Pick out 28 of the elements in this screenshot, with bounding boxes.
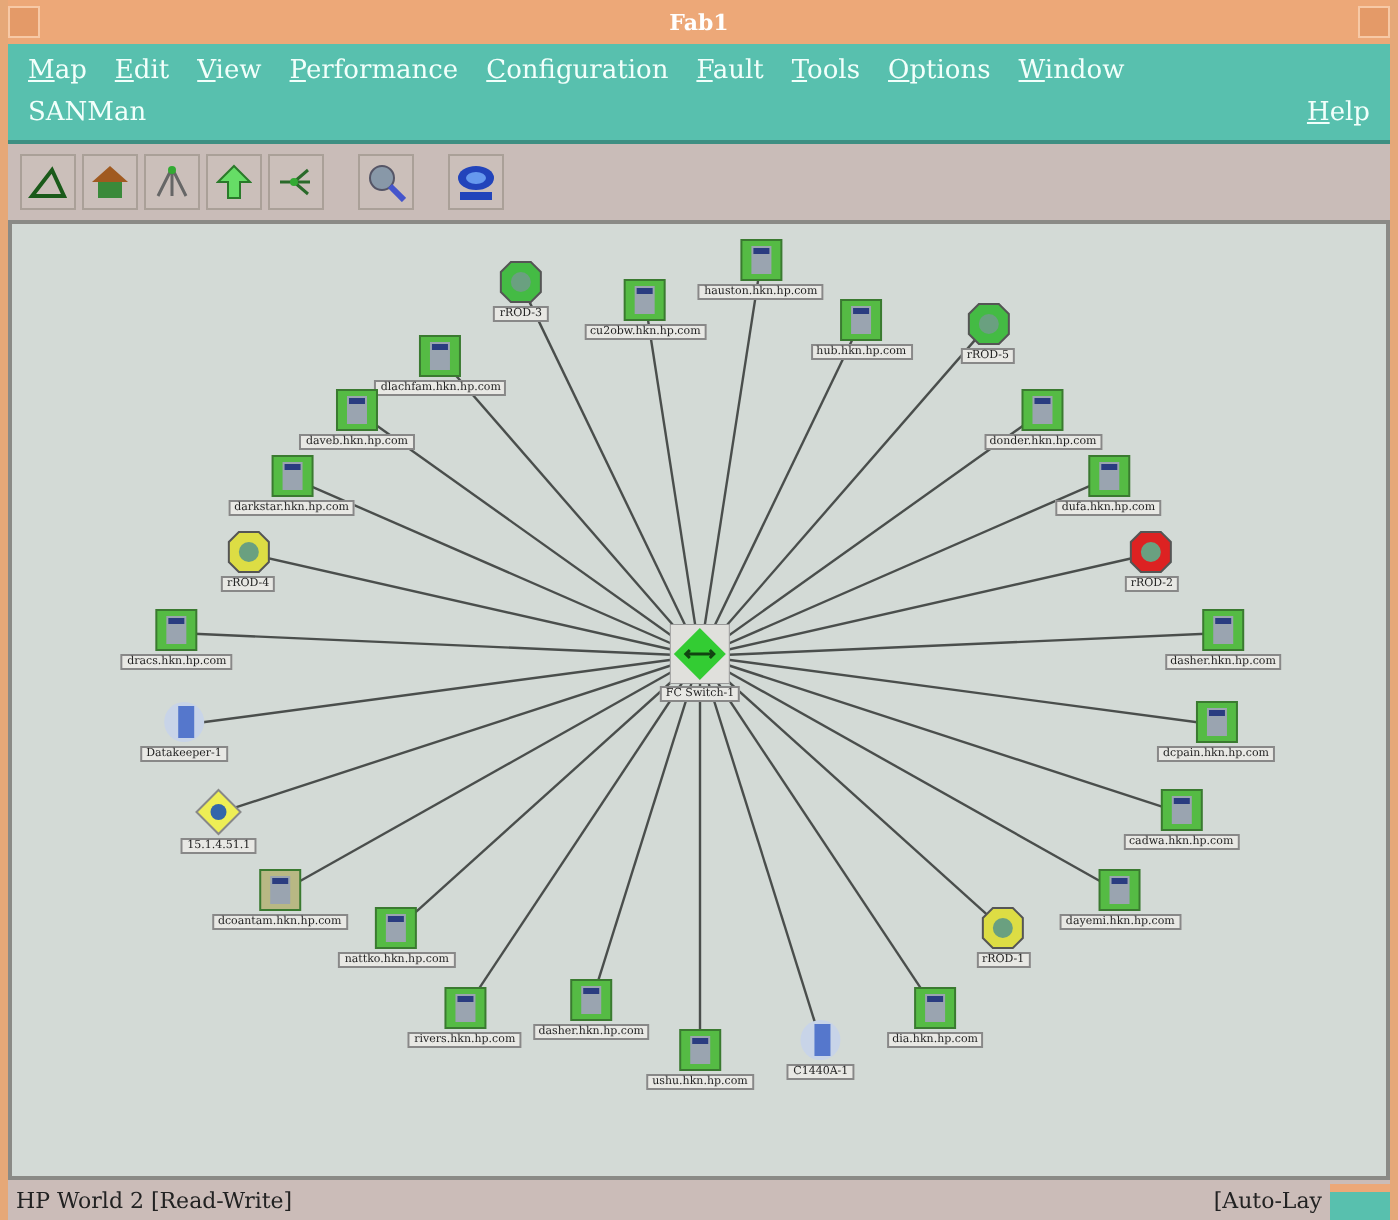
toolbar-button[interactable] — [20, 154, 76, 210]
toolbar-button[interactable] — [358, 154, 414, 210]
toolbar-button[interactable] — [144, 154, 200, 210]
menu-item[interactable]: Map — [28, 56, 87, 86]
menu-item[interactable]: SANMan — [28, 98, 147, 128]
toolbar-button[interactable] — [448, 154, 504, 210]
menu-item[interactable]: Window — [1018, 56, 1125, 86]
house-icon — [90, 164, 130, 200]
menu-item[interactable]: View — [197, 56, 262, 86]
tree-icon — [152, 164, 192, 200]
menu-item[interactable]: Edit — [114, 56, 170, 86]
status-text: HP World 2 [Read-Write] — [16, 1187, 293, 1213]
triangle-ruler-icon — [28, 164, 68, 200]
search-icon — [366, 162, 406, 202]
menu-item[interactable]: Options — [888, 56, 991, 86]
help-menu[interactable]: Help — [1306, 98, 1370, 128]
toolbar-button[interactable] — [82, 154, 138, 210]
menu-item[interactable]: Configuration — [486, 56, 669, 86]
network-icon — [276, 164, 316, 200]
menu-item[interactable]: Fault — [696, 56, 764, 86]
up-arrow-icon — [216, 164, 252, 200]
window-title: Fab1 — [669, 9, 729, 35]
toolbar-button[interactable] — [268, 154, 324, 210]
layout-mode-text: [Auto-Lay — [1213, 1187, 1322, 1213]
toolbar-button[interactable] — [206, 154, 262, 210]
menu-item[interactable]: Performance — [289, 56, 459, 86]
menu-item[interactable]: Tools — [791, 56, 861, 86]
globe-icon — [454, 162, 498, 202]
